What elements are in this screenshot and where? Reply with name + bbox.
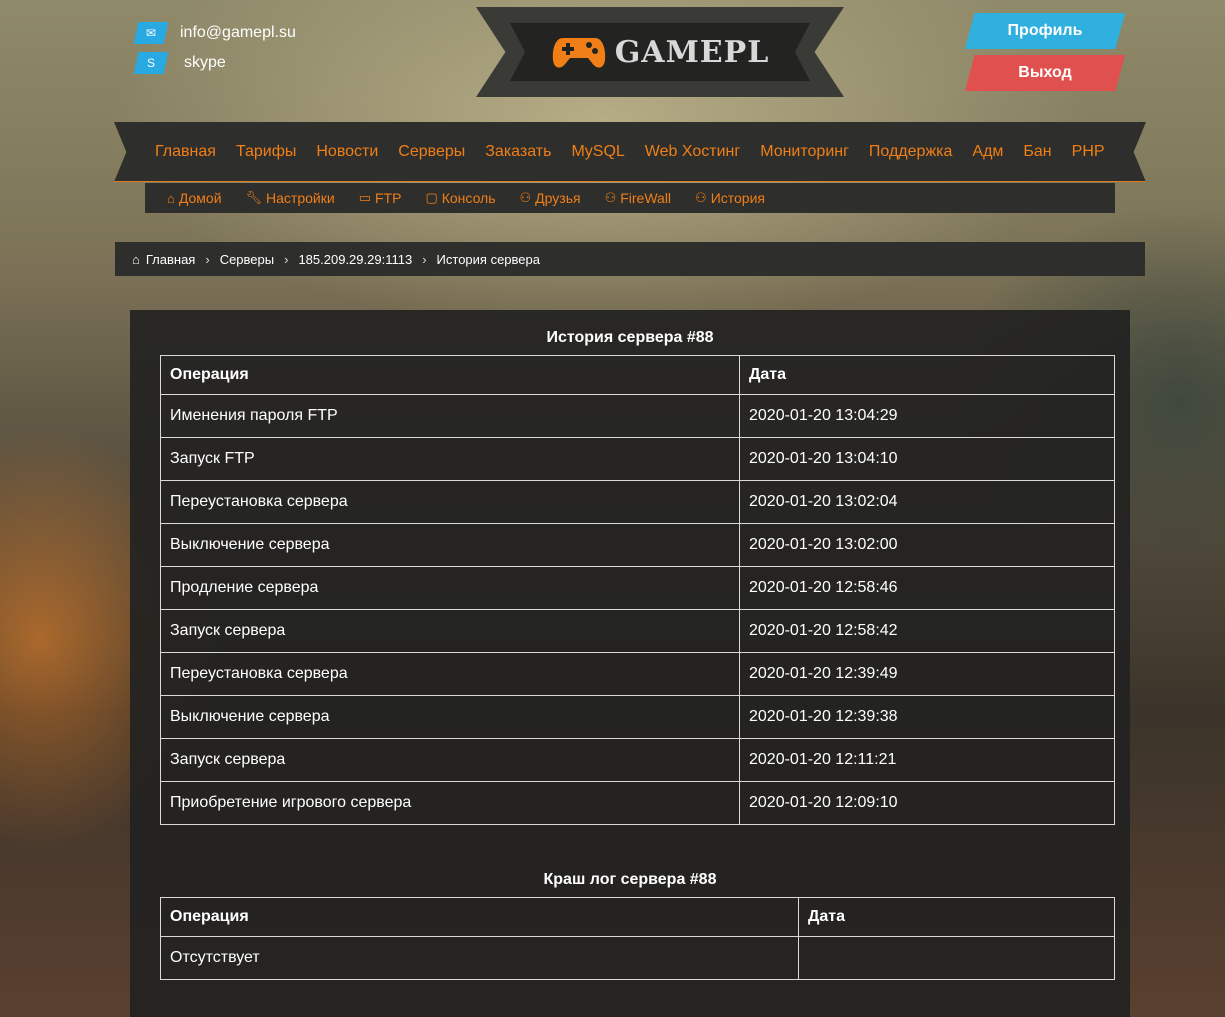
subnav-settings[interactable]: 🔧︎ Настройки [246,190,335,206]
subnav-friends[interactable]: ⚇ Друзья [520,190,581,206]
server-sub-nav: ⌂ Домой 🔧︎ Настройки ▭ FTP ▢ Консоль ⚇ Друзья… [145,183,1115,213]
date-cell: 2020-01-20 13:02:00 [739,523,1115,567]
history-title: История сервера #88 [546,329,714,346]
nav-mysql[interactable]: MySQL [571,143,624,161]
operation-cell: Запуск FTP [160,437,740,481]
operation-cell: Выключение сервера [160,523,740,567]
nav-ban[interactable]: Бан [1023,143,1051,161]
column-header-operation: Операция [160,897,799,937]
profile-button[interactable]: Профиль [965,13,1125,49]
contact-email[interactable]: ✉ info@gamepl.su [133,22,296,44]
table-row: Запуск сервера 2020-01-20 12:58:42 [160,609,1115,653]
date-cell: 2020-01-20 12:39:49 [739,652,1115,696]
users-icon: ⚇ [519,190,532,205]
logout-button[interactable]: Выход [965,55,1125,91]
table-header-row: Операция Дата [160,897,1115,937]
folder-icon: ▭ [358,190,371,205]
operation-cell: Отсутствует [160,936,799,980]
date-cell: 2020-01-20 13:04:29 [739,394,1115,438]
subnav-label: История [710,190,765,206]
wrench-icon: 🔧︎ [245,190,263,205]
crash-table: Операция Дата Отсутствует [160,897,1115,980]
nav-php[interactable]: PHP [1072,143,1105,161]
breadcrumb-server[interactable]: 185.209.29.29:1113 [298,252,412,267]
subnav-label: Друзья [535,190,581,206]
nav-web-hosting[interactable]: Web Хостинг [645,143,740,161]
contact-skype-text: skype [184,54,226,71]
breadcrumb-servers[interactable]: Серверы [220,252,274,267]
subnav-label: Домой [178,190,222,206]
nav-home[interactable]: Главная [155,143,216,161]
breadcrumb-home[interactable]: Главная [146,252,195,267]
nav-news[interactable]: Новости [316,143,378,161]
table-row: Отсутствует [160,936,1115,980]
nav-monitoring[interactable]: Мониторинг [760,143,849,161]
subnav-history[interactable]: ⚇ История [695,190,765,206]
operation-cell: Выключение сервера [160,695,740,739]
date-cell: 2020-01-20 12:09:10 [739,781,1115,825]
date-cell: 2020-01-20 12:11:21 [739,738,1115,782]
column-header-date: Дата [798,897,1115,937]
subnav-home[interactable]: ⌂ Домой [167,190,222,206]
subnav-console[interactable]: ▢ Консоль [425,190,495,206]
home-icon: ⌂ [167,190,175,206]
chevron-right-icon: › [284,251,289,267]
subnav-label: FireWall [620,190,672,206]
subnav-label: Консоль [441,190,496,206]
date-cell: 2020-01-20 12:58:46 [739,566,1115,610]
mail-icon: ✉ [133,22,169,44]
date-cell: 2020-01-20 12:58:42 [739,609,1115,653]
subnav-firewall[interactable]: ⚇ FireWall [605,190,671,206]
operation-cell: Именения пароля FTP [160,394,740,438]
users-icon: ⚇ [695,190,707,205]
users-icon: ⚇ [604,190,617,205]
table-row: Переустановка сервера 2020-01-20 13:02:04 [160,480,1115,524]
column-header-operation: Операция [160,355,740,395]
table-row: Приобретение игрового сервера 2020-01-20 … [160,781,1115,825]
gamepad-icon [552,38,605,68]
monitor-icon: ▢ [425,190,438,205]
operation-cell: Продление сервера [160,566,740,610]
contact-skype[interactable]: S skype [133,52,226,74]
table-row: Продление сервера 2020-01-20 12:58:46 [160,566,1115,610]
subnav-label: Настройки [266,190,335,206]
logo-text: GAMEPL [614,34,770,70]
table-row: Именения пароля FTP 2020-01-20 13:04:29 [160,394,1115,438]
date-cell: 2020-01-20 13:04:10 [739,437,1115,481]
table-row: Запуск FTP 2020-01-20 13:04:10 [160,437,1115,481]
operation-cell: Запуск сервера [160,738,740,782]
column-header-date: Дата [739,355,1115,395]
operation-cell: Запуск сервера [160,609,740,653]
chevron-right-icon: › [422,251,427,267]
operation-cell: Приобретение игрового сервера [160,781,740,825]
chevron-right-icon: › [205,251,210,267]
subnav-label: FTP [374,190,402,206]
nav-tariffs[interactable]: Тарифы [236,143,296,161]
operation-cell: Переустановка сервера [160,480,740,524]
date-cell [798,936,1115,980]
table-header-row: Операция Дата [160,355,1115,395]
table-row: Переустановка сервера 2020-01-20 12:39:49 [160,652,1115,696]
table-row: Выключение сервера 2020-01-20 12:39:38 [160,695,1115,739]
breadcrumb: ⌂ Главная › Серверы › 185.209.29.29:1113… [115,242,1145,276]
site-logo[interactable]: GAMEPL [476,7,844,97]
history-table: Операция Дата Именения пароля FTP 2020-01… [160,355,1115,825]
contact-email-text: info@gamepl.su [180,24,296,41]
operation-cell: Переустановка сервера [160,652,740,696]
main-nav: Главная Тарифы Новости Серверы Заказать … [114,122,1146,182]
table-row: Запуск сервера 2020-01-20 12:11:21 [160,738,1115,782]
nav-servers[interactable]: Серверы [398,143,465,161]
date-cell: 2020-01-20 13:02:04 [739,480,1115,524]
nav-admin[interactable]: Адм [972,143,1003,161]
nav-support[interactable]: Поддержка [869,143,952,161]
date-cell: 2020-01-20 12:39:38 [739,695,1115,739]
nav-order[interactable]: Заказать [485,143,551,161]
skype-icon: S [133,52,169,74]
breadcrumb-current: История сервера [436,251,540,267]
content-panel: История сервера #88 Операция Дата Именен… [130,310,1130,1017]
table-row: Выключение сервера 2020-01-20 13:02:00 [160,523,1115,567]
home-icon: ⌂ [132,251,140,267]
crash-title: Краш лог сервера #88 [543,871,717,888]
subnav-ftp[interactable]: ▭ FTP [359,190,402,206]
